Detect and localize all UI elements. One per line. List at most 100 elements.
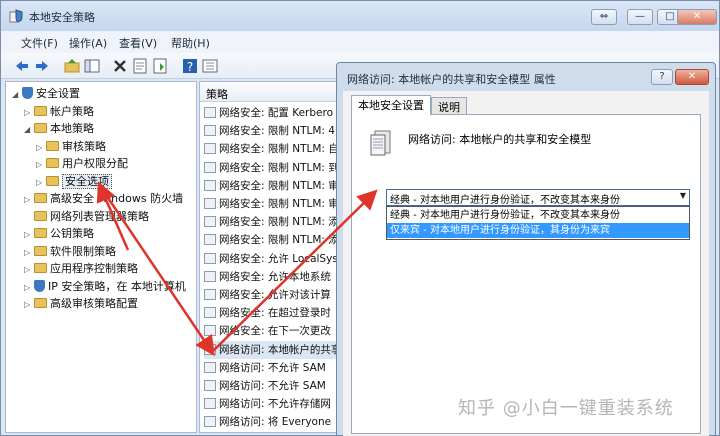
tab-explain[interactable]: 说明 <box>431 97 467 115</box>
policy-row-label: 网络访问: 不允许 SAM <box>219 380 326 392</box>
console-tree[interactable]: ◢ 安全设置 ▷ 帐户策略 ◢ 本地策略 ▷ 审核策略 ▷ 用户权限分配 ▷ 安全选项 ▷ 高级安全 Wi… <box>5 81 197 433</box>
menu-bar: 文件(F) 操作(A) 查看(V) 帮助(H) <box>1 31 719 53</box>
policy-column-header[interactable]: 策略 <box>200 82 340 102</box>
policy-row[interactable]: 网络安全: 在超过登录时 <box>204 304 331 322</box>
tree-item[interactable]: 网络列表管理器策略 <box>24 209 149 225</box>
policy-row[interactable]: 网络访问: 将 Everyone <box>204 413 331 431</box>
policy-icon <box>204 270 216 282</box>
tree-item-label: 本地策略 <box>50 122 94 135</box>
tree-item[interactable]: ▷ 公钥策略 <box>24 226 94 242</box>
tree-expander-icon[interactable]: ◢ <box>24 122 34 138</box>
help-icon[interactable]: ? <box>181 57 199 75</box>
tree-item[interactable]: ▷ 审核策略 <box>36 139 106 155</box>
menu-action[interactable]: 操作(A) <box>69 35 107 51</box>
dialog-help-button[interactable]: ? <box>651 69 673 85</box>
tree-expander-icon[interactable]: ▷ <box>24 245 34 261</box>
policy-name: 网络访问: 本地帐户的共享和安全模型 <box>408 133 592 146</box>
policy-row[interactable]: 网络安全: 限制 NTLM: 添 <box>204 213 339 231</box>
shield-icon <box>34 279 45 292</box>
policy-icon <box>204 416 216 428</box>
policy-icon <box>204 125 216 137</box>
title-bar[interactable]: 本地安全策略 ⇔ — □ ✕ <box>1 1 719 31</box>
tree-item[interactable]: ▷ IP 安全策略，在 本地计算机 <box>24 279 186 295</box>
policy-row[interactable]: 网络访问: 不允许 SAM <box>204 377 326 395</box>
folder-icon <box>34 123 47 133</box>
view-icon[interactable] <box>201 57 219 75</box>
tree-item-label: 公钥策略 <box>50 227 94 240</box>
chevron-down-icon[interactable]: ▼ <box>680 191 686 200</box>
dialog-close-button[interactable]: ✕ <box>675 69 709 85</box>
policy-icon <box>204 343 216 355</box>
tree-expander-icon[interactable]: ▷ <box>24 280 34 296</box>
policy-row[interactable]: 网络安全: 配置 Kerbero <box>204 104 333 122</box>
menu-view[interactable]: 查看(V) <box>119 35 157 51</box>
folder-icon <box>34 105 47 116</box>
tree-item[interactable]: ◢ 安全设置 <box>12 86 80 102</box>
tree-item[interactable]: ▷ 用户权限分配 <box>36 156 128 172</box>
policy-icon <box>204 361 216 373</box>
minimize-button[interactable]: — <box>627 9 653 25</box>
tree-expander-icon[interactable]: ▷ <box>36 157 46 173</box>
restore-toggle-button[interactable]: ⇔ <box>591 9 617 25</box>
policy-row[interactable]: 网络安全: 允许本地系统 <box>204 268 331 286</box>
up-folder-icon[interactable] <box>63 57 81 75</box>
tree-item[interactable]: ▷ 高级安全 Windows 防火墙 <box>24 191 183 207</box>
tree-expander-icon[interactable]: ▷ <box>24 262 34 278</box>
option-classic[interactable]: 经典 - 对本地用户进行身份验证，不改变其本来身份 <box>387 208 689 223</box>
export-icon[interactable] <box>151 57 169 75</box>
policy-row[interactable]: 网络安全: 限制 NTLM: 审 <box>204 177 339 195</box>
policy-icon <box>204 198 216 209</box>
dialog-title: 网络访问: 本地帐户的共享和安全模型 属性 <box>347 73 556 86</box>
menu-file[interactable]: 文件(F) <box>21 35 58 51</box>
policy-row[interactable]: 网络安全: 允许 LocalSys <box>204 250 338 268</box>
properties-icon[interactable] <box>131 57 149 75</box>
tree-item-label: 帐户策略 <box>50 104 94 118</box>
policy-row-label: 网络安全: 限制 NTLM: 添 <box>219 216 339 229</box>
tree-expander-icon[interactable]: ▷ <box>24 227 34 243</box>
tree-item-label: 软件限制策略 <box>50 244 116 258</box>
sharing-model-select[interactable]: 经典 - 对本地用户进行身份验证，不改变其本来身份 ▼ <box>386 189 690 206</box>
policy-row[interactable]: 网络安全: 限制 NTLM: 4 <box>204 122 335 140</box>
policy-row-label: 网络安全: 限制 NTLM: 审 <box>219 179 339 192</box>
close-button[interactable]: ✕ <box>677 9 717 25</box>
option-guest-only[interactable]: 仅来宾 - 对本地用户进行身份验证，其身份为来宾 <box>387 223 689 238</box>
tree-expander-icon[interactable]: ▷ <box>24 297 34 313</box>
tab-local-security-setting[interactable]: 本地安全设置 <box>351 95 431 115</box>
policy-row[interactable]: 网络访问: 不允许存储网 <box>204 395 331 413</box>
policy-row[interactable]: 网络安全: 限制 NTLM: 自 <box>204 140 339 158</box>
tree-item-label: 网络列表管理器策略 <box>50 209 149 223</box>
policy-list[interactable]: 策略 网络安全: 配置 Kerbero 网络安全: 限制 NTLM: 4 网络安全:… <box>199 81 341 433</box>
policy-row[interactable]: 网络安全: 限制 NTLM: 审 <box>204 195 339 213</box>
folder-icon <box>46 158 59 168</box>
tree-expander-icon[interactable]: ▷ <box>24 105 34 121</box>
dialog-title-bar[interactable]: 网络访问: 本地帐户的共享和安全模型 属性 ? ✕ <box>337 63 715 91</box>
menu-help[interactable]: 帮助(H) <box>171 35 210 51</box>
tree-expander-icon[interactable]: ◢ <box>12 87 22 103</box>
policy-row[interactable]: 网络安全: 限制 NTLM: 到 <box>204 159 339 177</box>
forward-icon[interactable] <box>33 57 51 75</box>
policy-row[interactable]: 网络访问: 不允许 SAM <box>204 359 326 377</box>
tree-expander-icon[interactable]: ▷ <box>24 192 34 208</box>
tree-item[interactable]: ▷ 软件限制策略 <box>24 244 116 260</box>
policy-row[interactable]: 网络安全: 允许对该计算 <box>204 286 331 304</box>
policy-row-label: 网络安全: 限制 NTLM: 添 <box>219 234 339 247</box>
tree-expander-icon[interactable]: ▷ <box>36 140 46 156</box>
tree-item[interactable]: ▷ 应用程序控制策略 <box>24 261 138 277</box>
tree-item[interactable]: ▷ 帐户策略 <box>24 104 94 120</box>
policy-row-label: 网络访问: 本地帐户的共享 <box>219 343 341 356</box>
back-icon[interactable] <box>13 57 31 75</box>
policy-row-label: 网络访问: 不允许 SAM <box>219 361 326 374</box>
policy-row[interactable]: 网络访问: 本地帐户的共享 <box>204 340 341 359</box>
policy-row[interactable]: 网络安全: 在下一次更改 <box>204 322 331 340</box>
policy-row[interactable]: 网络安全: 限制 NTLM: 添 <box>204 231 339 249</box>
policy-icon <box>204 325 216 337</box>
folder-icon <box>46 140 59 151</box>
tree-item[interactable]: ▷ 高级审核策略配置 <box>24 296 138 312</box>
tree-item[interactable]: ▷ 安全选项 <box>36 173 112 191</box>
policy-icon <box>204 107 216 118</box>
tree-expander-icon[interactable]: ▷ <box>36 175 46 191</box>
folder-icon <box>34 263 47 273</box>
show-tree-icon[interactable] <box>83 57 101 75</box>
delete-icon[interactable] <box>111 57 129 75</box>
tree-item[interactable]: ◢ 本地策略 <box>24 121 94 137</box>
